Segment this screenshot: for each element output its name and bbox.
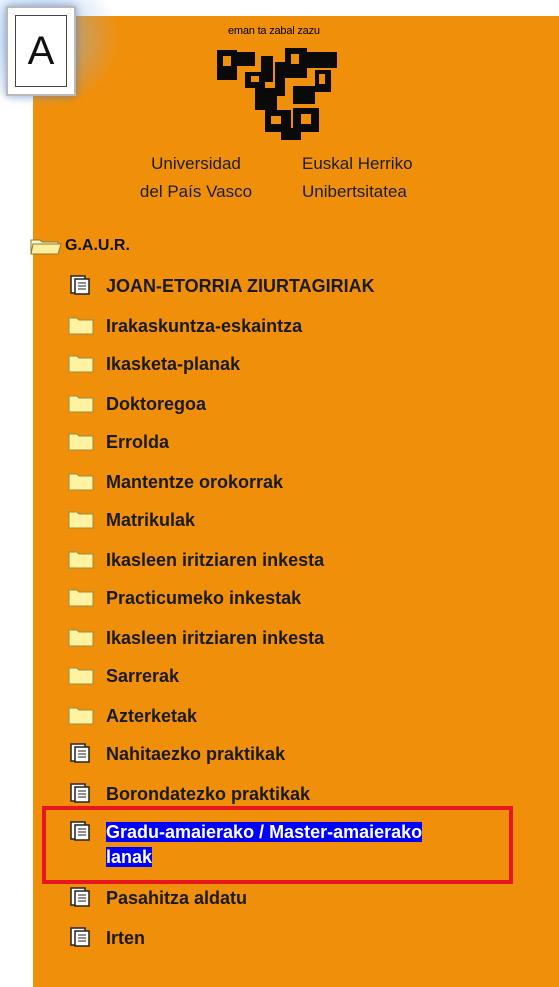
menu-item-nahitaezko-praktikak[interactable]: Nahitaezko praktikak [68, 742, 285, 767]
menu-item-label: Sarrerak [106, 666, 180, 686]
folder-icon [68, 667, 94, 685]
menu-item-label: JOAN-ETORRIA ZIURTAGIRIAK [106, 276, 375, 296]
menu-item-label: Irakaskuntza-eskaintza [106, 316, 303, 336]
folder-icon [68, 707, 94, 725]
menu-item-label: Nahitaezko praktikak [106, 744, 286, 764]
menu-item-label: Borondatezko praktikak [106, 784, 311, 804]
menu-item-practicumeko-inkestak[interactable]: Practicumeko inkestak [68, 586, 301, 611]
open-folder-icon [30, 239, 62, 255]
document-icon [70, 275, 90, 295]
tree-root[interactable]: G.A.U.R. [30, 236, 130, 256]
menu-item-label: Errolda [106, 432, 170, 452]
badge-letter: A [27, 28, 55, 73]
menu-item-pasahitza-aldatu[interactable]: Pasahitza aldatu [68, 886, 247, 911]
tree-root-label: G.A.U.R. [65, 237, 130, 254]
menu-item-label: Ikasleen iritziaren inkesta [106, 628, 325, 648]
menu-item-label: Ikasketa-planak [106, 354, 241, 374]
folder-icon [68, 395, 94, 413]
menu-item-irakaskuntza[interactable]: Irakaskuntza-eskaintza [68, 314, 302, 339]
document-icon [70, 927, 90, 947]
menu-item-label: Azterketak [106, 706, 198, 726]
menu-item-label: Pasahitza aldatu [106, 888, 248, 908]
menu-item-joan-etorria[interactable]: JOAN-ETORRIA ZIURTAGIRIAK [68, 274, 375, 299]
document-icon [70, 743, 90, 763]
menu-item-sarrerak[interactable]: Sarrerak [68, 664, 179, 689]
folder-icon [68, 589, 94, 607]
university-logo [217, 48, 337, 140]
highlight-box [42, 806, 513, 884]
menu-item-ikasleen-iritziaren-inkesta-2[interactable]: Ikasleen iritziaren inkesta [68, 626, 324, 651]
menu-item-azterketak[interactable]: Azterketak [68, 704, 197, 729]
menu-item-mantentze-orokorrak[interactable]: Mantentze orokorrak [68, 470, 283, 495]
menu-item-ikasleen-iritziaren-inkesta[interactable]: Ikasleen iritziaren inkesta [68, 548, 324, 573]
menu-item-label: Practicumeko inkestak [106, 588, 302, 608]
folder-icon [68, 473, 94, 491]
menu-item-doktoregoa[interactable]: Doktoregoa [68, 392, 206, 417]
document-icon [70, 783, 90, 803]
menu-item-label: Ikasleen iritziaren inkesta [106, 550, 325, 570]
folder-icon [68, 317, 94, 335]
folder-icon [68, 433, 94, 451]
folder-icon [68, 629, 94, 647]
menu-item-irten[interactable]: Irten [68, 926, 145, 951]
university-motto: eman ta zabal zazu [228, 25, 320, 37]
folder-icon [68, 551, 94, 569]
menu-item-matrikulak[interactable]: Matrikulak [68, 508, 195, 533]
university-name-es: Universidad del País Vasco [139, 154, 253, 201]
menu-item-label: Doktoregoa [106, 394, 207, 414]
university-name-eu: Euskal Herriko Unibertsitatea [302, 154, 413, 201]
menu-item-borondatezko-praktikak[interactable]: Borondatezko praktikak [68, 782, 310, 807]
menu-item-label: Mantentze orokorrak [106, 472, 284, 492]
menu-item-errolda[interactable]: Errolda [68, 430, 169, 455]
menu-item-ikasketa-planak[interactable]: Ikasketa-planak [68, 352, 240, 377]
menu-item-label: Matrikulak [106, 510, 196, 530]
label-badge: A [6, 6, 76, 96]
folder-icon [68, 355, 94, 373]
document-icon [70, 887, 90, 907]
menu-item-label: Irten [106, 928, 146, 948]
folder-icon [68, 511, 94, 529]
